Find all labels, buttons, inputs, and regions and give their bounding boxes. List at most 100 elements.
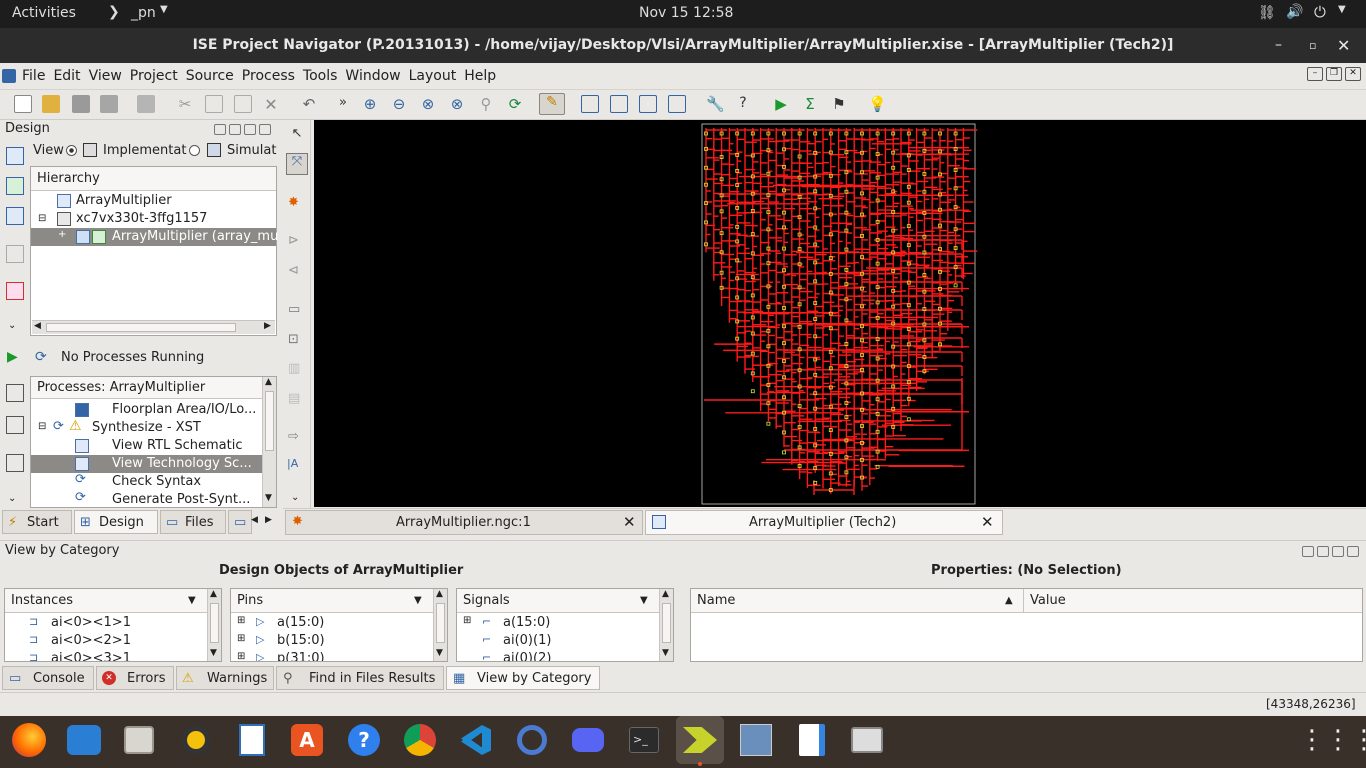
- process-view-tech[interactable]: View Technology Sc...: [112, 455, 252, 473]
- tile-horizontal-icon[interactable]: [610, 95, 628, 113]
- mdi-restore-icon[interactable]: ❐: [1326, 67, 1342, 81]
- category-restore-icon[interactable]: [1317, 546, 1329, 557]
- expand-down-icon[interactable]: ⌄: [8, 320, 16, 331]
- close-tab-ngc-icon[interactable]: ✕: [623, 513, 636, 531]
- menu-tools[interactable]: Tools: [299, 63, 342, 90]
- signal-item[interactable]: a(15:0): [503, 614, 550, 632]
- open-folder-icon[interactable]: [42, 95, 60, 113]
- new-source-icon[interactable]: [6, 207, 24, 225]
- instances-scroll-thumb[interactable]: [210, 603, 219, 643]
- scroll-down-icon[interactable]: ▼: [662, 648, 669, 658]
- thunderbird-icon[interactable]: [60, 716, 108, 764]
- remove-source-icon[interactable]: [6, 282, 24, 300]
- save-icon[interactable]: [72, 95, 90, 113]
- pin-item[interactable]: a(15:0): [277, 614, 324, 632]
- close-tab-tech2-icon[interactable]: ✕: [981, 513, 994, 531]
- tile-vertical-icon[interactable]: [639, 95, 657, 113]
- zoom-in-icon[interactable]: ⊕: [361, 95, 379, 113]
- hand-tool-icon[interactable]: ✎: [539, 93, 565, 115]
- tab-errors[interactable]: ✕ Errors: [96, 666, 174, 690]
- new-file-icon[interactable]: [14, 95, 32, 113]
- tab-start[interactable]: ⚡ Start: [2, 510, 72, 534]
- save-all-icon[interactable]: [100, 95, 118, 113]
- strip-expand-down-icon[interactable]: ⌄: [291, 492, 299, 503]
- process-synthesize[interactable]: Synthesize - XST: [92, 419, 201, 437]
- power-icon[interactable]: ⏻: [1314, 3, 1326, 21]
- firefox-icon[interactable]: [5, 716, 53, 764]
- ise-dock-icon[interactable]: [676, 716, 724, 764]
- activities-button[interactable]: Activities: [12, 5, 76, 21]
- prop-name-header[interactable]: Name ▲: [691, 589, 1024, 613]
- vscroll-thumb[interactable]: [265, 391, 274, 451]
- signal-item[interactable]: ai(0)(2): [503, 650, 551, 661]
- scroll-down-icon[interactable]: ▼: [265, 493, 272, 503]
- schematic-canvas[interactable]: [314, 120, 1366, 507]
- signal-expand-icon[interactable]: ⊞: [463, 615, 471, 626]
- push-into-icon[interactable]: ⊳: [288, 233, 299, 248]
- technology-schematic[interactable]: [314, 120, 1366, 507]
- hierarchy-hscrollbar[interactable]: ◀ ▶: [32, 320, 275, 334]
- pins-scroll-thumb[interactable]: [436, 603, 445, 643]
- system-menu-chevron-icon[interactable]: ▼: [1338, 4, 1346, 15]
- tab-find-in-files[interactable]: ⚲ Find in Files Results: [276, 666, 444, 690]
- sort-up-icon[interactable]: ▲: [1005, 589, 1013, 613]
- signals-header[interactable]: Signals ▼: [457, 589, 659, 613]
- tab-warnings[interactable]: ⚠ Warnings: [176, 666, 274, 690]
- panel-close-icon[interactable]: [259, 124, 271, 135]
- mdi-minimize-icon[interactable]: –: [1307, 67, 1323, 81]
- process-expand-down-icon[interactable]: ⌄: [8, 493, 16, 504]
- tab-design[interactable]: ⊞ Design: [74, 510, 158, 534]
- hierarchy-item-device[interactable]: xc7vx330t-3ffg1157: [76, 210, 207, 228]
- hierarchy-item-project[interactable]: ArrayMultiplier: [76, 192, 172, 210]
- paste-icon[interactable]: [234, 95, 252, 113]
- menu-project[interactable]: Project: [126, 63, 182, 90]
- tab-libraries[interactable]: ▭: [228, 510, 252, 534]
- discord-icon[interactable]: [564, 716, 612, 764]
- zoom-out-icon[interactable]: ⊖: [390, 95, 408, 113]
- menu-source[interactable]: Source: [182, 63, 238, 90]
- select-arrow-icon[interactable]: ↖: [288, 126, 306, 144]
- pin-item[interactable]: b(15:0): [277, 632, 325, 650]
- signals-dropdown-icon[interactable]: ▼: [640, 589, 648, 613]
- scroll-right-icon[interactable]: ▶: [264, 321, 271, 331]
- run-icon[interactable]: ▶: [772, 95, 790, 113]
- collapse-icon[interactable]: ⊟: [38, 213, 46, 224]
- process-props-icon[interactable]: [6, 384, 24, 402]
- zoom-area-icon[interactable]: ⚲: [477, 95, 495, 113]
- scroll-down-icon[interactable]: ▼: [436, 648, 443, 658]
- delete-icon[interactable]: ✕: [262, 95, 280, 114]
- close-icon[interactable]: ✕: [1337, 28, 1350, 63]
- chevron-down-icon[interactable]: ▼: [160, 4, 168, 15]
- menu-view[interactable]: View: [85, 63, 126, 90]
- synth-collapse-icon[interactable]: ⊟: [38, 421, 46, 432]
- menu-file[interactable]: File: [18, 63, 49, 90]
- software-icon[interactable]: A: [283, 716, 331, 764]
- hierarchy-expand-icon[interactable]: [6, 245, 24, 263]
- panel-maximize-icon[interactable]: [244, 124, 256, 135]
- menu-help[interactable]: Help: [460, 63, 500, 90]
- hierarchy-item-top-module[interactable]: ArrayMultiplier (array_mu: [112, 228, 278, 246]
- add-source-icon[interactable]: [6, 147, 24, 165]
- add-copy-source-icon[interactable]: [6, 177, 24, 195]
- category-float-icon[interactable]: [1302, 546, 1314, 557]
- simulation-radio[interactable]: [189, 145, 200, 156]
- show-applications-icon[interactable]: ⋮⋮⋮: [1299, 716, 1366, 764]
- process-floorplan[interactable]: Floorplan Area/IO/Lo...: [112, 401, 256, 419]
- print-icon[interactable]: [137, 95, 155, 113]
- pins-dropdown-icon[interactable]: ▼: [414, 589, 422, 613]
- net-icon[interactable]: ✸: [288, 195, 299, 210]
- writer-icon[interactable]: [228, 716, 276, 764]
- process-check-syntax[interactable]: Check Syntax: [112, 473, 201, 491]
- clock[interactable]: Nov 15 12:58: [639, 5, 733, 21]
- scroll-up-icon[interactable]: ▲: [210, 589, 217, 599]
- add-wire-icon[interactable]: ⤧: [286, 153, 308, 175]
- float-window-icon[interactable]: [668, 95, 686, 113]
- process-tree-icon[interactable]: [6, 416, 24, 434]
- pin-expand-icon[interactable]: ⊞: [237, 651, 245, 661]
- process-view-rtl[interactable]: View RTL Schematic: [112, 437, 243, 455]
- network-icon[interactable]: ⛓: [1258, 5, 1276, 21]
- vscode-icon[interactable]: [452, 716, 500, 764]
- symbol-icon[interactable]: ▭: [288, 302, 300, 317]
- chrome-icon[interactable]: [396, 716, 444, 764]
- scroll-up-icon[interactable]: ▲: [436, 589, 443, 599]
